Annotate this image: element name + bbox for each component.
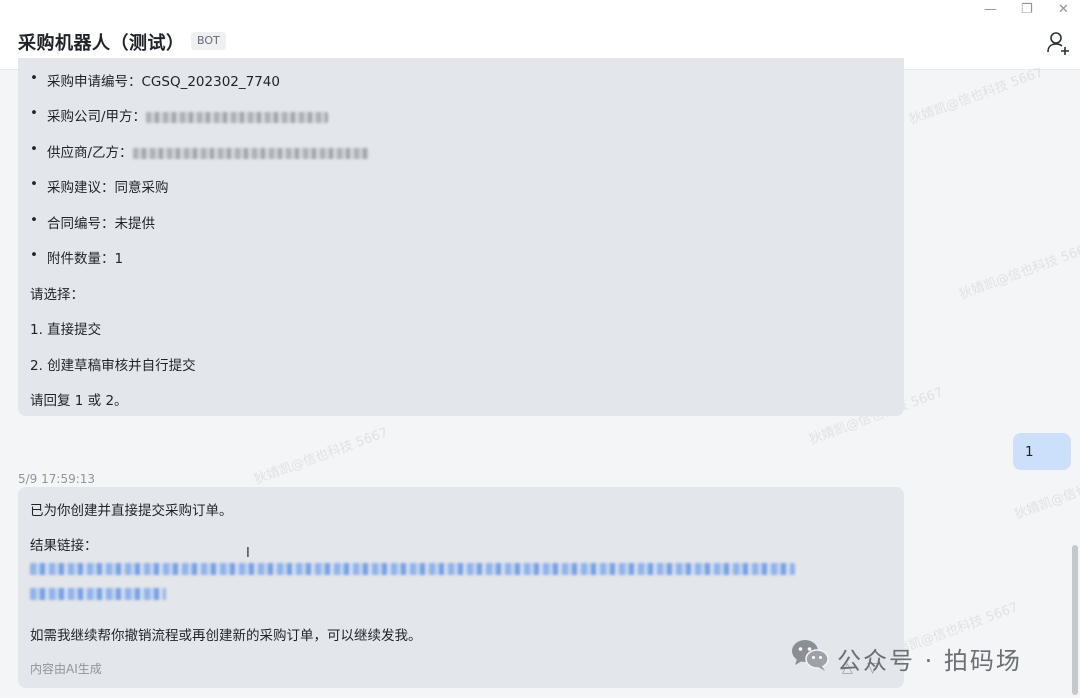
item-value: 同意采购: [114, 180, 169, 196]
choose-prompt: 请选择：: [30, 287, 84, 303]
list-item: 采购申请编号：CGSQ_202302_7740: [30, 70, 280, 90]
redacted-text: [132, 147, 369, 159]
bot-message: 采购申请编号：CGSQ_202302_7740 采购公司/甲方： 供应商/乙方：…: [18, 58, 904, 416]
text-cursor-icon: I: [246, 546, 250, 561]
result-label: 结果链接：: [30, 538, 98, 554]
result-link-continued[interactable]: [30, 588, 166, 600]
item-label: 采购建议：: [47, 180, 115, 196]
item-value: CGSQ_202302_7740: [141, 74, 280, 90]
item-label: 供应商/乙方：: [47, 145, 133, 161]
scrollbar[interactable]: [1072, 545, 1078, 695]
restore-button[interactable]: ❐: [1021, 2, 1033, 17]
list-item: 采购公司/甲方：: [30, 105, 329, 125]
list-item: 附件数量：1: [30, 247, 123, 267]
ai-generated-note: 内容由AI生成: [30, 662, 102, 676]
item-label: 采购申请编号：: [47, 74, 142, 90]
result-link[interactable]: [30, 563, 795, 575]
item-label: 采购公司/甲方：: [47, 109, 147, 125]
chat-title: 采购机器人（测试）: [18, 33, 185, 54]
watermark: 狄婧凯@信也科技 5667: [252, 425, 391, 488]
list-item: 合同编号：未提供: [30, 212, 155, 232]
add-member-icon[interactable]: [1046, 30, 1072, 56]
redacted-link[interactable]: [30, 563, 795, 575]
option-2: 2. 创建草稿审核并自行提交: [30, 358, 196, 374]
option-1: 1. 直接提交: [30, 322, 102, 338]
watermark: 狄婧凯@信也科技 5667: [957, 240, 1080, 303]
close-button[interactable]: ✕: [1058, 2, 1069, 17]
list-item: 采购建议：同意采购: [30, 176, 169, 196]
wechat-icon: [792, 640, 829, 671]
reply-hint: 请回复 1 或 2。: [30, 393, 128, 409]
minimize-button[interactable]: —: [984, 2, 997, 17]
item-value: 1: [114, 251, 124, 267]
overlay-text: 公众号 · 拍码场: [837, 647, 1022, 675]
bot-badge: BOT: [191, 32, 226, 50]
message-text: 如需我继续帮你撤销流程或再创建新的采购订单，可以继续发我。: [30, 628, 422, 644]
item-label: 合同编号：: [47, 216, 115, 232]
redacted-text: [146, 111, 329, 123]
item-label: 附件数量：: [47, 251, 115, 267]
bot-message: 已为你创建并直接提交采购订单。 结果链接： 如需我继续帮你撤销流程或再创建新的采…: [18, 487, 904, 688]
message-text: 已为你创建并直接提交采购订单。: [30, 503, 233, 519]
user-message-text: 1: [1025, 444, 1034, 460]
redacted-link[interactable]: [30, 588, 166, 600]
message-timestamp: 5/9 17:59:13: [18, 472, 96, 486]
list-item: 供应商/乙方：: [30, 141, 369, 161]
item-value: 未提供: [114, 216, 156, 232]
watermark: 狄婧凯@信也科技 5667: [907, 65, 1046, 128]
user-message: 1: [1013, 433, 1071, 470]
